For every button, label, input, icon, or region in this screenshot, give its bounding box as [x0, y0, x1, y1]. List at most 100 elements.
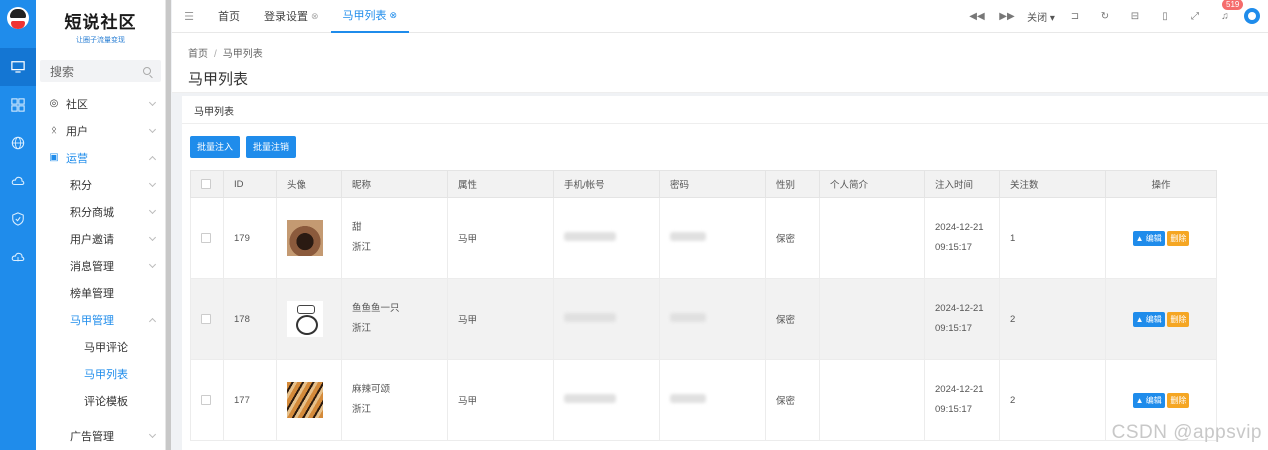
sidebar-item-label: 积分: [70, 179, 92, 192]
sidebar-item-label: 社区: [66, 98, 88, 111]
sidebar-item-ranking[interactable]: 榜单管理: [36, 279, 165, 306]
batch-cancel-button[interactable]: 批量注销: [246, 136, 297, 158]
cell-nickname: 甜: [352, 222, 362, 233]
select-all-cell[interactable]: [190, 170, 224, 198]
grid-icon[interactable]: [0, 86, 36, 124]
vest-table: ID 头像 昵称 属性 手机/帐号 密码 性别 个人简介 注入时间 关注数 操作…: [190, 170, 1217, 441]
edit-button[interactable]: ▲ 编辑: [1132, 311, 1165, 327]
cloud-upload-icon[interactable]: [0, 238, 36, 276]
sidebar-item-label: 运营: [66, 152, 88, 165]
col-header: 属性: [447, 170, 554, 198]
sidebar-item-points[interactable]: 积分: [36, 171, 165, 198]
sidebar-item-vest-comments[interactable]: 马甲评论: [36, 333, 165, 360]
sidebar-item-vest-manage[interactable]: 马甲管理: [36, 306, 165, 333]
chevron-down-icon: [148, 233, 157, 241]
sidebar-item-comment-templates[interactable]: 评论模板: [36, 387, 165, 414]
delete-button[interactable]: 删除: [1167, 311, 1190, 327]
tab-vest-list[interactable]: 马甲列表 ⊗: [330, 0, 410, 33]
tab-home[interactable]: 首页: [206, 0, 252, 33]
chevron-down-icon: [148, 125, 157, 133]
tab-login-settings[interactable]: 登录设置 ⊗: [252, 0, 331, 33]
operate-icon: ▣: [49, 152, 59, 163]
page-header: 首页 / 马甲列表 马甲列表: [172, 33, 1268, 93]
fullscreen-icon[interactable]: ⤢: [1180, 11, 1210, 22]
chevron-down-icon: [148, 430, 157, 438]
edit-label: 编辑: [1145, 314, 1162, 324]
sidebar-item-label: 广告管理: [70, 430, 114, 443]
cell-bio: [819, 197, 925, 279]
sidebar-item-community[interactable]: ◎ 社区: [36, 90, 165, 117]
mobile-icon[interactable]: ▯: [1150, 11, 1180, 22]
notification-badge: 519: [1222, 0, 1244, 10]
row-checkbox[interactable]: [201, 395, 211, 405]
table-header-row: ID 头像 昵称 属性 手机/帐号 密码 性别 个人简介 注入时间 关注数 操作: [190, 170, 1217, 198]
sidebar-scrollbar[interactable]: [166, 0, 171, 450]
tab-label: 登录设置: [264, 11, 308, 23]
sidebar-item-label: 积分商城: [70, 206, 114, 219]
col-header[interactable]: ID: [223, 170, 277, 198]
sidebar-item-users[interactable]: ᛟ 用户: [36, 117, 165, 144]
cell-date: 2024-12-21: [935, 222, 984, 233]
cell-time: 09:15:17: [935, 323, 972, 334]
chevron-down-icon: [148, 260, 157, 268]
sidebar-item-operations[interactable]: ▣ 运营: [36, 144, 165, 171]
app-avatar[interactable]: [0, 0, 36, 36]
chevron-down-icon: [148, 98, 157, 106]
icon-rail: [0, 0, 36, 450]
cell-follows: 2: [999, 278, 1106, 360]
sidebar-item-user-invite[interactable]: 用户邀请: [36, 225, 165, 252]
close-icon[interactable]: ⊗: [390, 10, 398, 21]
breadcrumb-home[interactable]: 首页: [188, 49, 208, 60]
edit-button[interactable]: ▲ 编辑: [1132, 230, 1165, 246]
row-checkbox[interactable]: [201, 314, 211, 324]
scroll-left-icon[interactable]: ◀◀: [962, 11, 992, 22]
cell-id: 177: [223, 359, 277, 441]
cell-gender: 保密: [765, 359, 820, 441]
globe-icon[interactable]: [0, 124, 36, 162]
batch-inject-button[interactable]: 批量注入: [190, 136, 241, 158]
select-all-checkbox[interactable]: [201, 179, 211, 189]
cell-time: 09:15:17: [935, 242, 972, 253]
sidebar-item-messages[interactable]: 消息管理: [36, 252, 165, 279]
row-checkbox[interactable]: [201, 233, 211, 243]
col-header: 密码: [659, 170, 766, 198]
cell-phone-redacted: [564, 394, 616, 403]
delete-button[interactable]: 删除: [1167, 392, 1190, 408]
logo[interactable]: 短说社区 让圈子流量变现: [36, 0, 165, 48]
col-header[interactable]: 关注数: [999, 170, 1106, 198]
delete-button[interactable]: 删除: [1167, 230, 1190, 246]
bell-icon[interactable]: ♫ 519: [1210, 0, 1244, 22]
breadcrumb-separator: /: [214, 49, 217, 60]
sidebar-item-points-mall[interactable]: 积分商城: [36, 198, 165, 225]
fullscreen-exit-icon[interactable]: ⊐: [1060, 11, 1090, 22]
edit-label: 编辑: [1145, 395, 1162, 405]
sidebar-item-ads[interactable]: 广告管理: [36, 422, 165, 449]
close-tabs-dropdown[interactable]: 关闭 ▾: [1022, 9, 1060, 24]
edit-button[interactable]: ▲ 编辑: [1132, 392, 1165, 408]
logo-subtitle: 让圈子流量变现: [76, 37, 125, 44]
cell-nickname: 麻辣可颂: [352, 384, 391, 395]
sidebar-search-input[interactable]: 搜索: [40, 60, 161, 82]
search-icon[interactable]: [143, 67, 151, 75]
cell-bio: [819, 278, 925, 360]
scroll-right-icon[interactable]: ▶▶: [992, 11, 1022, 22]
cell-attribute: 马甲: [447, 197, 554, 279]
cell-password-redacted: [670, 232, 706, 241]
col-header[interactable]: 注入时间: [924, 170, 1000, 198]
menu-toggle-icon[interactable]: ☰: [172, 10, 206, 23]
user-avatar[interactable]: [1244, 8, 1260, 24]
close-icon[interactable]: ⊗: [311, 11, 319, 22]
sidebar-item-vest-list[interactable]: 马甲列表: [36, 360, 165, 387]
tab-label: 首页: [218, 11, 240, 23]
monitor-icon[interactable]: [0, 48, 36, 86]
page-title: 马甲列表: [188, 71, 249, 88]
cloud-icon[interactable]: [0, 162, 36, 200]
chevron-down-icon: [148, 179, 157, 187]
col-header: 头像: [276, 170, 342, 198]
cell-follows: 1: [999, 197, 1106, 279]
lock-icon[interactable]: ⊟: [1120, 11, 1150, 22]
shield-icon[interactable]: [0, 200, 36, 238]
users-icon: ᛟ: [51, 125, 57, 136]
refresh-icon[interactable]: ↻: [1090, 11, 1120, 22]
avatar-image: [287, 382, 323, 418]
